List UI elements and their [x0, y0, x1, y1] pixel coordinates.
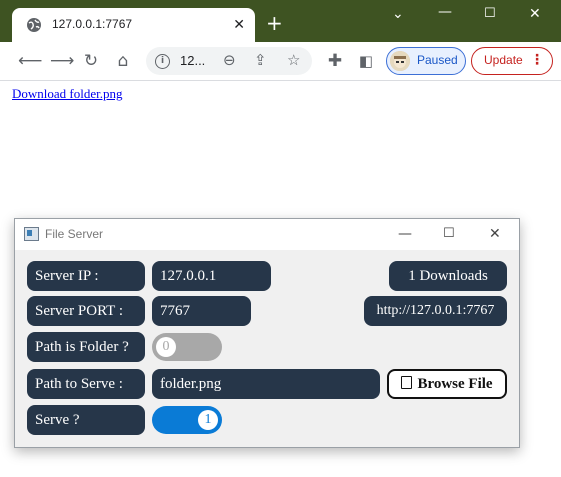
tab-close-icon[interactable]: ✕	[233, 17, 245, 33]
minimize-icon[interactable]: —	[398, 225, 412, 243]
back-icon[interactable]: ⟵	[18, 51, 42, 71]
home-icon[interactable]: ⌂	[113, 51, 133, 71]
close-icon[interactable]: ✕	[489, 225, 501, 243]
downloads-count: 1 Downloads	[389, 261, 507, 291]
bookmark-star-icon[interactable]: ☆	[287, 51, 300, 69]
address-text: 12...	[180, 53, 206, 68]
path-to-serve-label: Path to Serve :	[27, 369, 145, 399]
site-info-icon[interactable]: i	[155, 54, 170, 69]
file-server-titlebar: File Server — ☐ ✕	[15, 219, 519, 250]
path-to-serve-field[interactable]: folder.png	[152, 369, 380, 399]
tab-strip: 127.0.0.1:7767 ✕ + ⌄ — ☐ ✕	[0, 0, 561, 42]
share-icon[interactable]: ⇪	[254, 51, 267, 69]
forward-icon[interactable]: ⟶	[50, 51, 74, 71]
server-port-label: Server PORT :	[27, 296, 145, 326]
browse-file-button[interactable]: Browse File	[387, 369, 507, 399]
maximize-icon[interactable]: ☐	[484, 6, 496, 21]
serve-label: Serve ?	[27, 405, 145, 435]
server-port-field[interactable]: 7767	[152, 296, 251, 326]
globe-icon	[27, 18, 41, 32]
browser-tab[interactable]: 127.0.0.1:7767 ✕	[12, 8, 255, 42]
avatar	[390, 51, 410, 71]
browse-file-label: Browse File	[417, 376, 493, 392]
extensions-icon[interactable]: ✚	[325, 51, 345, 71]
download-link[interactable]: Download folder.png	[12, 86, 122, 102]
tab-title: 127.0.0.1:7767	[52, 17, 133, 31]
reload-icon[interactable]: ↻	[81, 51, 101, 71]
zoom-icon[interactable]: ⊖	[223, 51, 236, 69]
app-icon	[24, 227, 39, 241]
profile-status: Paused	[417, 53, 458, 67]
server-url[interactable]: http://127.0.0.1:7767	[364, 296, 507, 326]
server-ip-label: Server IP :	[27, 261, 145, 291]
new-tab-icon[interactable]: +	[266, 13, 283, 33]
update-button[interactable]: Update ⋮	[471, 47, 553, 75]
side-panel-icon[interactable]: ◧	[356, 51, 376, 71]
profile-button[interactable]: Paused	[386, 47, 466, 75]
window-close-icon[interactable]: ✕	[529, 6, 541, 22]
minimize-icon[interactable]: —	[438, 4, 452, 20]
file-icon	[401, 376, 413, 389]
path-is-folder-toggle[interactable]: 0	[152, 333, 222, 361]
tab-search-icon[interactable]: ⌄	[392, 6, 404, 22]
file-server-window: File Server — ☐ ✕ Server IP : 127.0.0.1 …	[14, 218, 520, 448]
update-label: Update	[484, 53, 523, 67]
toggle-knob: 0	[156, 337, 176, 357]
address-bar[interactable]: i 12... ⊖ ⇪ ☆	[146, 47, 312, 75]
browser-toolbar: ⟵ ⟶ ↻ ⌂ i 12... ⊖ ⇪ ☆ ✚ ◧ Paused Update …	[0, 42, 561, 81]
maximize-icon[interactable]: ☐	[443, 225, 455, 243]
toggle-knob: 1	[198, 410, 218, 430]
menu-dots-icon[interactable]: ⋮	[530, 51, 544, 69]
serve-toggle[interactable]: 1	[152, 406, 222, 434]
path-is-folder-label: Path is Folder ?	[27, 332, 145, 362]
server-ip-field[interactable]: 127.0.0.1	[152, 261, 271, 291]
window-title: File Server	[45, 227, 104, 241]
